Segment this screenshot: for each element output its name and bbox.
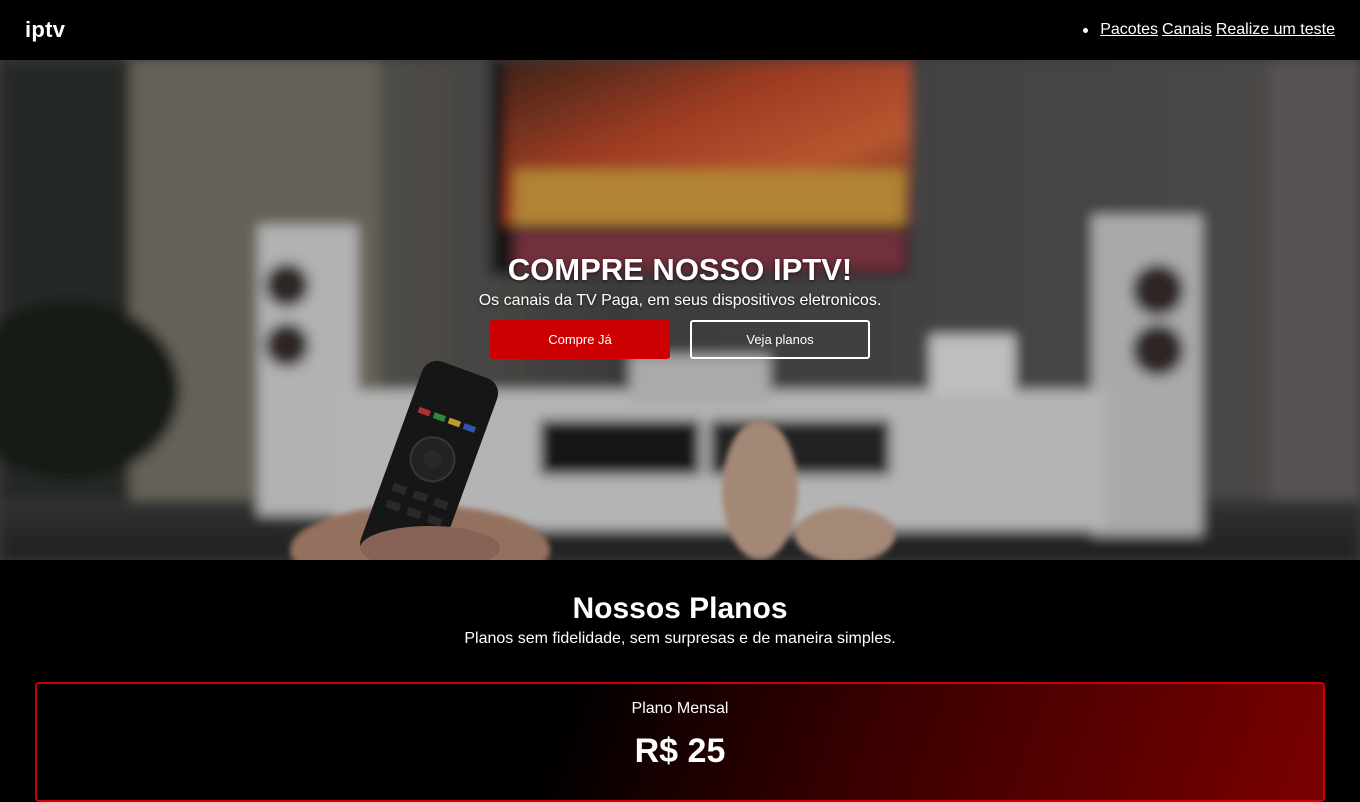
hero-title: COMPRE NOSSO IPTV! [507,252,853,287]
hero-subtitle: Os canais da TV Paga, em seus dispositiv… [478,292,882,309]
bullet-icon [1083,27,1089,33]
view-plans-button[interactable]: Veja planos [690,320,870,359]
buy-now-button[interactable]: Compre Já [490,320,670,359]
plans-subtitle: Planos sem fidelidade, sem surpresas e d… [464,630,896,647]
nav-link-pacotes[interactable]: Pacotes [1100,21,1158,39]
plans-section: Nossos Planos Planos sem fidelidade, sem… [0,560,1360,802]
hero-section: COMPRE NOSSO IPTV! Os canais da TV Paga,… [0,60,1360,560]
navbar: iptv Pacotes Canais Realize um teste [0,0,1360,60]
hero-buttons: Compre Já Veja planos [0,320,1360,359]
nav-link-teste[interactable]: Realize um teste [1216,21,1335,39]
hero-content: COMPRE NOSSO IPTV! Os canais da TV Paga,… [0,252,1360,359]
plan-name: Plano Mensal [631,700,729,717]
nav-menu: Pacotes Canais Realize um teste [1083,21,1335,39]
plans-title: Nossos Planos [572,592,788,625]
logo[interactable]: iptv [25,17,65,43]
plan-price: R$ 25 [634,732,726,770]
nav-link-canais[interactable]: Canais [1162,21,1212,39]
plan-card-monthly[interactable]: Plano Mensal R$ 25 [35,682,1325,802]
